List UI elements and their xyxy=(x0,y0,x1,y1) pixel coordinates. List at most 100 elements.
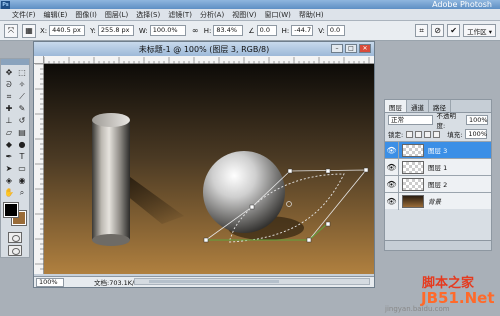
quick-mask-icon[interactable] xyxy=(8,232,22,243)
w-field: W: 100.0% xyxy=(139,25,186,36)
visibility-eye-icon[interactable]: 👁 xyxy=(385,192,399,210)
layer-row[interactable]: 👁 背景 xyxy=(385,192,491,210)
hskew-label: H: xyxy=(281,26,290,35)
gradient-tool-icon[interactable]: ▤ xyxy=(16,127,28,138)
ps-logo-icon: Ps xyxy=(1,0,10,9)
dodge-tool-icon[interactable]: ● xyxy=(16,139,28,150)
marquee-tool-icon[interactable]: ⬚ xyxy=(16,67,28,78)
sphere xyxy=(203,151,285,233)
lock-pixels-icon[interactable] xyxy=(415,130,423,138)
horizontal-scrollbar[interactable] xyxy=(134,278,370,285)
blur-tool-icon[interactable]: ◆ xyxy=(3,139,15,150)
angle-input[interactable]: 0.0 xyxy=(256,25,277,36)
lasso-tool-icon[interactable]: ᘐ xyxy=(3,79,15,90)
color-swatches xyxy=(3,202,27,229)
menu-analysis[interactable]: 分析(A) xyxy=(200,10,224,20)
document-title-bar[interactable]: 未标题-1 @ 100% (图层 3, RGB/8) – □ ✕ xyxy=(34,42,374,56)
layer-row[interactable]: 👁 图层 3 xyxy=(385,141,491,159)
menu-view[interactable]: 视图(V) xyxy=(232,10,256,20)
visibility-eye-icon[interactable]: 👁 xyxy=(385,175,399,193)
menu-help[interactable]: 帮助(H) xyxy=(299,10,324,20)
menu-filter[interactable]: 滤镜(T) xyxy=(168,10,192,20)
tab-channels[interactable]: 通道 xyxy=(407,100,429,112)
menu-layer[interactable]: 图层(L) xyxy=(105,10,128,20)
visibility-eye-icon[interactable]: 👁 xyxy=(385,141,399,159)
cylinder-top xyxy=(92,113,130,127)
opacity-input[interactable]: 100% xyxy=(466,115,488,125)
foreground-color-swatch[interactable] xyxy=(3,202,19,218)
fill-input[interactable]: 100% xyxy=(465,129,488,139)
3d-tool-icon[interactable]: ◈ xyxy=(3,175,15,186)
brush-tool-icon[interactable]: ✎ xyxy=(16,103,28,114)
tab-layers[interactable]: 图层 xyxy=(385,100,407,112)
move-tool-icon[interactable]: ✥ xyxy=(3,67,15,78)
eyedropper-tool-icon[interactable]: ⟋ xyxy=(16,91,28,102)
close-icon[interactable]: ✕ xyxy=(359,44,371,53)
vertical-ruler[interactable] xyxy=(34,63,44,274)
layer-thumbnail xyxy=(402,143,424,157)
tool-grid: ✥ ⬚ ᘐ ✧ ⌗ ⟋ ✚ ✎ ⊥ ↺ ▱ ▤ ◆ ● ✒ T ➤ ▭ ◈ ◉ … xyxy=(1,65,29,200)
document-title: 未标题-1 @ 100% (图层 3, RGB/8) xyxy=(138,44,270,54)
x-input[interactable]: 440.5 px xyxy=(49,25,86,36)
lock-position-icon[interactable] xyxy=(424,130,432,138)
w-input[interactable]: 100.0% xyxy=(149,25,186,36)
x-field: X: 440.5 px xyxy=(40,25,86,36)
lock-transparency-icon[interactable] xyxy=(406,130,414,138)
3d-camera-tool-icon[interactable]: ◉ xyxy=(16,175,28,186)
h-input[interactable]: 83.4% xyxy=(213,25,244,36)
eraser-tool-icon[interactable]: ▱ xyxy=(3,127,15,138)
healing-tool-icon[interactable]: ✚ xyxy=(3,103,15,114)
path-select-tool-icon[interactable]: ➤ xyxy=(3,163,15,174)
stamp-tool-icon[interactable]: ⊥ xyxy=(3,115,15,126)
layer-name: 图层 3 xyxy=(428,147,448,155)
layer-row[interactable]: 👁 图层 2 xyxy=(385,175,491,193)
commit-transform-icon[interactable]: ✔ xyxy=(447,24,461,37)
zoom-tool-icon[interactable]: ⌕ xyxy=(16,187,28,198)
layer-row[interactable]: 👁 图层 1 xyxy=(385,158,491,176)
menu-edit[interactable]: 编辑(E) xyxy=(44,10,68,20)
menu-select[interactable]: 选择(S) xyxy=(136,10,160,20)
maximize-icon[interactable]: □ xyxy=(345,44,357,53)
canvas[interactable] xyxy=(44,64,374,274)
hskew-input[interactable]: -44.7 xyxy=(291,25,314,36)
fill-label: 填充: xyxy=(447,131,463,139)
vertical-ruler-ticks xyxy=(35,63,44,270)
cylinder-body xyxy=(92,120,130,240)
x-label: X: xyxy=(40,26,48,35)
y-input[interactable]: 255.8 px xyxy=(97,25,134,36)
zoom-field[interactable]: 100% xyxy=(36,277,64,287)
h-label: H: xyxy=(203,26,212,35)
horizontal-ruler-ticks xyxy=(43,57,370,64)
history-brush-tool-icon[interactable]: ↺ xyxy=(16,115,28,126)
vskew-input[interactable]: 0.0 xyxy=(326,25,345,36)
transform-icon[interactable]: ⤧ xyxy=(4,23,18,38)
hand-tool-icon[interactable]: ✋ xyxy=(3,187,15,198)
type-tool-icon[interactable]: T xyxy=(16,151,28,162)
link-icon[interactable]: ∞ xyxy=(191,24,200,38)
menu-window[interactable]: 窗口(W) xyxy=(264,10,290,20)
cancel-transform-icon[interactable]: ⊘ xyxy=(431,24,445,37)
shape-tool-icon[interactable]: ▭ xyxy=(16,163,28,174)
screen-mode-icon[interactable] xyxy=(8,245,22,256)
reference-point-icon[interactable]: ▦ xyxy=(22,23,36,38)
options-bar: ⤧ ▦ X: 440.5 px Y: 255.8 px W: 100.0% ∞ … xyxy=(0,21,500,41)
opacity-label: 不透明度: xyxy=(436,112,456,130)
crop-tool-icon[interactable]: ⌗ xyxy=(3,91,15,102)
lock-all-icon[interactable] xyxy=(433,130,441,138)
workspace-button[interactable]: 工作区 ▾ xyxy=(463,24,496,37)
warp-icon[interactable]: ⌗ xyxy=(415,24,429,37)
layer-name: 图层 2 xyxy=(428,181,448,189)
layer-name: 图层 1 xyxy=(428,164,448,172)
ruler-corner[interactable] xyxy=(34,56,44,64)
layer-thumbnail xyxy=(402,194,424,208)
magic-wand-tool-icon[interactable]: ✧ xyxy=(16,79,28,90)
vskew-label: V: xyxy=(318,26,325,35)
horizontal-ruler[interactable] xyxy=(43,56,374,64)
blend-mode-select[interactable]: 正常 xyxy=(388,115,434,125)
pen-tool-icon[interactable]: ✒ xyxy=(3,151,15,162)
visibility-eye-icon[interactable]: 👁 xyxy=(385,158,399,176)
minimize-icon[interactable]: – xyxy=(331,44,343,53)
cylinder-bottom xyxy=(92,234,130,246)
menu-image[interactable]: 图像(I) xyxy=(75,10,97,20)
menu-file[interactable]: 文件(F) xyxy=(12,10,36,20)
